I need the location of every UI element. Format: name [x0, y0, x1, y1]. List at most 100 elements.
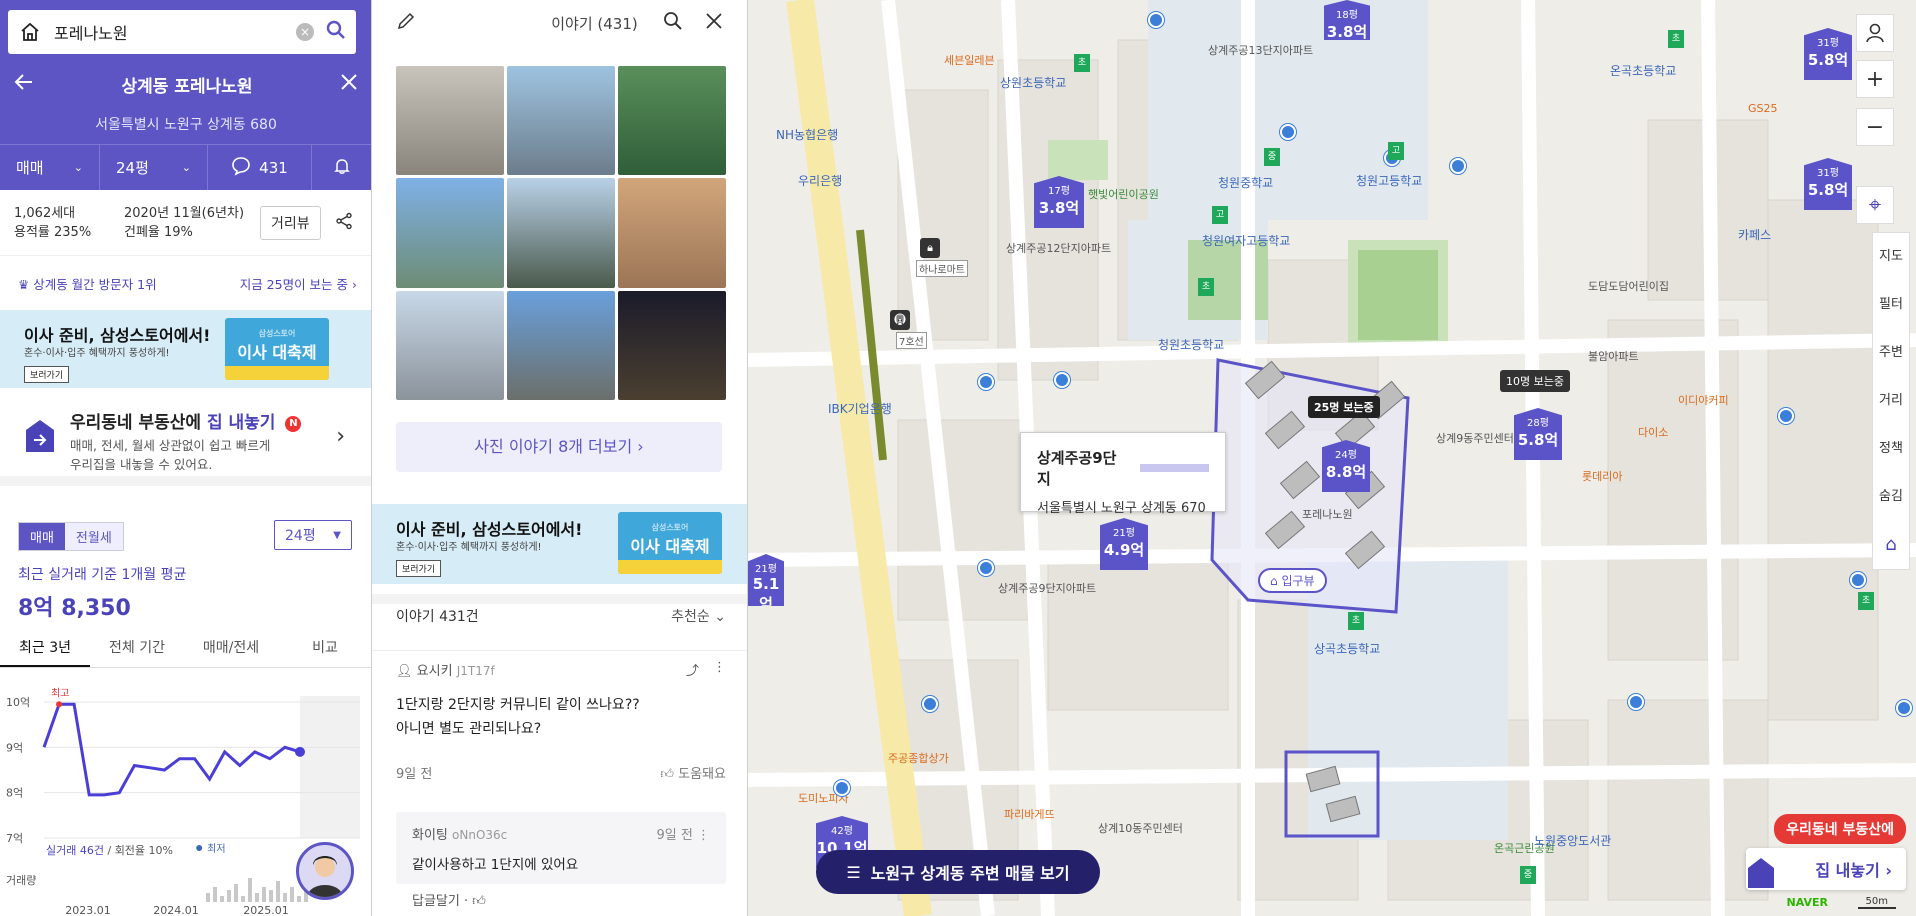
complex-popup[interactable]: 상계주공9단지 서울특별시 노원구 상계동 670: [1020, 432, 1226, 516]
tab-compare[interactable]: 비교: [278, 628, 371, 667]
bus-stop-icon[interactable]: [1850, 572, 1866, 588]
bus-stop-icon[interactable]: [1280, 124, 1296, 140]
photo-thumb[interactable]: [618, 66, 726, 176]
share-icon[interactable]: [335, 212, 353, 234]
search-icon[interactable]: [326, 20, 346, 44]
price-pin[interactable]: 17평 3.8억: [1034, 176, 1084, 228]
rank-row[interactable]: ♛ 상계동 월간 방문자 1위 지금 25명이 보는 중 ›: [0, 256, 371, 310]
sell-my-home-card[interactable]: 우리동네 부동산에 집 내놓기 N 매매, 전세, 월세 상관없이 쉽고 빠르게…: [0, 388, 371, 486]
chart-price-line: [42, 702, 301, 797]
search-input[interactable]: 포레나노원: [54, 20, 296, 44]
photo-thumb[interactable]: [396, 178, 504, 288]
user-icon[interactable]: [1856, 14, 1894, 52]
bus-stop-icon[interactable]: [978, 560, 994, 576]
close-icon[interactable]: [340, 73, 358, 95]
price-pin[interactable]: 28평 5.8억: [1514, 408, 1562, 460]
bus-stop-icon[interactable]: [978, 374, 994, 390]
reply-author-id: oNnO36c: [452, 828, 508, 842]
photo-thumb[interactable]: [507, 290, 615, 400]
photo-grid: [396, 66, 726, 400]
price-pin[interactable]: 21평 4.9억: [1100, 518, 1148, 570]
bus-stop-icon[interactable]: [1148, 12, 1164, 28]
more-vertical-icon[interactable]: ⋮: [697, 828, 710, 843]
talk-button[interactable]: 431: [208, 145, 312, 190]
banner-button[interactable]: 보러가기: [396, 560, 442, 577]
alarm-button[interactable]: [312, 145, 371, 190]
thumb-up-icon[interactable]: 👍︎: [472, 894, 486, 909]
home-icon[interactable]: [18, 20, 42, 44]
share-icon[interactable]: ⤴: [686, 660, 699, 679]
story-post[interactable]: 👤︎ 요시키 J1T17f ⤴ ⋮ 1단지랑 2단지랑 커뮤니티 같이 쓰나요??…: [396, 660, 726, 782]
house-icon[interactable]: ⌂: [1885, 521, 1896, 569]
price-pin[interactable]: 24평 8.8억: [1322, 440, 1370, 492]
photo-thumb[interactable]: [396, 290, 504, 400]
bus-stop-icon[interactable]: [1778, 408, 1794, 424]
edit-icon[interactable]: [396, 11, 416, 35]
built-date: 2020년 11월(6년차): [124, 205, 245, 221]
more-vertical-icon[interactable]: ⋮: [713, 660, 726, 679]
bus-stop-icon[interactable]: [1450, 158, 1466, 174]
pin-size: 18평: [1336, 10, 1358, 21]
photo-thumb[interactable]: [507, 178, 615, 288]
rail-hide[interactable]: 숨김: [1879, 473, 1903, 521]
price-size-select[interactable]: 24평 ▼: [274, 520, 352, 550]
sort-select[interactable]: 추천순 ⌄: [671, 606, 726, 626]
entrance-view-button[interactable]: ⌂ 입구뷰: [1258, 568, 1327, 593]
clear-icon[interactable]: ×: [296, 23, 314, 41]
bus-stop-icon[interactable]: [922, 696, 938, 712]
photo-thumb[interactable]: [618, 290, 726, 400]
samsung-banner[interactable]: 이사 준비, 삼성스토어에서! 혼수·이사·입주 혜택까지 풍성하게! 보러가기…: [372, 504, 747, 584]
photo-thumb[interactable]: [507, 66, 615, 176]
street-view-button[interactable]: 거리뷰: [260, 205, 321, 240]
sell-title: 우리동네 부동산에: [70, 413, 207, 433]
bus-stop-icon[interactable]: [1628, 694, 1644, 710]
agent-avatar[interactable]: [296, 842, 354, 900]
reply-button[interactable]: 답글달기: [412, 894, 460, 909]
post-line-1: 1단지랑 2단지랑 커뮤니티 같이 쓰나요??: [396, 697, 640, 713]
tab-all-period[interactable]: 전체 기간: [90, 628, 184, 667]
zoom-in-icon[interactable]: +: [1856, 60, 1894, 98]
photo-thumb[interactable]: [396, 66, 504, 176]
more-photos-button[interactable]: 사진 이야기 8개 더보기 ›: [396, 422, 722, 472]
story-count: 이야기 431건: [396, 609, 479, 625]
back-arrow-icon[interactable]: [14, 72, 34, 96]
entrance-view-label: 입구뷰: [1281, 574, 1315, 588]
samsung-banner[interactable]: 이사 준비, 삼성스토어에서! 혼수·이사·입주 혜택까지 풍성하게! 보러가기…: [0, 310, 371, 388]
search-bar[interactable]: 포레나노원 ×: [8, 10, 356, 54]
pin-size: 24평: [1335, 450, 1357, 461]
tab-recent-3y[interactable]: 최근 3년: [0, 628, 90, 667]
price-pin[interactable]: 21평 5.1억: [748, 554, 784, 606]
bus-stop-icon[interactable]: [1054, 372, 1070, 388]
post-line-2: 아니면 별도 관리되나요?: [396, 721, 542, 737]
photo-thumb[interactable]: [618, 178, 726, 288]
viewers-label: 지금 25명이 보는 중 ›: [239, 276, 357, 292]
banner-button[interactable]: 보러가기: [24, 366, 70, 383]
subway-icon[interactable]: 🚇︎: [890, 310, 910, 330]
price-pin[interactable]: 18평 3.8억: [1324, 0, 1370, 40]
seg-trade[interactable]: 매매: [19, 523, 65, 550]
search-icon[interactable]: [663, 11, 683, 35]
helpful-button[interactable]: 👍︎ 도움돼요: [660, 763, 726, 782]
lock-icon: 🔒︎: [920, 238, 940, 258]
bus-stop-icon[interactable]: [1896, 700, 1912, 716]
nearby-listings-button[interactable]: ☰ 노원구 상계동 주변 매물 보기: [816, 850, 1100, 894]
trade-type-select[interactable]: 매매 ⌄: [0, 145, 100, 190]
my-location-icon[interactable]: ⌖: [1856, 186, 1894, 224]
banner-title: 이사 준비, 삼성스토어에서!: [24, 326, 211, 345]
seg-rent[interactable]: 전월세: [64, 523, 123, 550]
price-pin[interactable]: 31평 5.8억: [1804, 28, 1852, 80]
size-select[interactable]: 24평 ⌄: [100, 145, 208, 190]
rail-map[interactable]: 지도: [1879, 233, 1903, 281]
close-icon[interactable]: [705, 12, 723, 34]
map-view[interactable]: 상계주공13단지아파트 상계주공12단지아파트 상계주공9단지아파트 포레나노원…: [748, 0, 1916, 916]
bus-stop-icon[interactable]: [834, 780, 850, 796]
price-pin[interactable]: 31평 5.8억: [1804, 158, 1852, 210]
sell-home-tag[interactable]: 우리동네 부동산에: [1774, 814, 1906, 844]
zoom-out-icon[interactable]: −: [1856, 108, 1894, 146]
tab-trade-rent[interactable]: 매매/전세: [184, 628, 278, 667]
rail-policy[interactable]: 정책: [1879, 425, 1903, 473]
price-type-toggle[interactable]: 매매 전월세: [18, 522, 124, 551]
rail-nearby[interactable]: 주변: [1879, 329, 1903, 377]
rail-distance[interactable]: 거리: [1879, 377, 1903, 425]
rail-filter[interactable]: 필터: [1879, 281, 1903, 329]
